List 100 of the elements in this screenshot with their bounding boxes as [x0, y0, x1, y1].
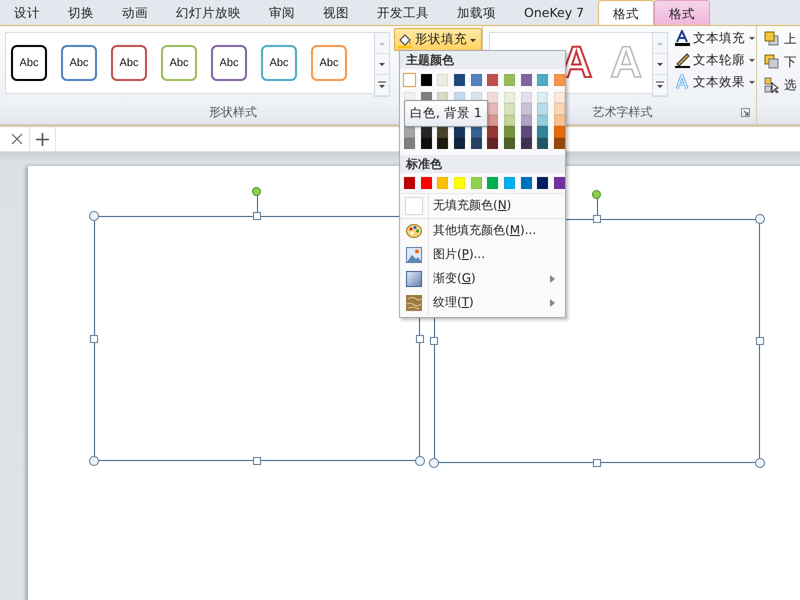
menu-item[interactable]: 图片(P)...	[400, 242, 565, 266]
color-swatch[interactable]	[554, 103, 566, 114]
color-swatch[interactable]	[470, 138, 482, 149]
color-swatch[interactable]	[420, 177, 432, 188]
color-swatch[interactable]	[537, 177, 548, 188]
color-swatch[interactable]	[437, 74, 448, 86]
color-swatch[interactable]	[554, 126, 566, 138]
color-swatch[interactable]	[454, 74, 465, 86]
shape-style-option[interactable]: Abc	[111, 45, 147, 81]
ribbon-tab[interactable]: 开发工具	[363, 0, 443, 25]
ribbon-tab[interactable]: 切换	[54, 0, 108, 25]
color-swatch[interactable]	[554, 74, 566, 86]
rotation-handle[interactable]	[252, 187, 261, 196]
color-swatch[interactable]	[437, 126, 448, 138]
color-swatch[interactable]	[520, 103, 532, 114]
color-swatch[interactable]	[470, 74, 482, 86]
color-swatch[interactable]	[487, 177, 498, 188]
resize-handle[interactable]	[90, 334, 98, 342]
arrange-button[interactable]: 上	[764, 29, 800, 49]
color-swatch[interactable]	[504, 92, 516, 103]
shape-style-option[interactable]: Abc	[311, 45, 347, 81]
color-swatch[interactable]	[487, 126, 498, 138]
ribbon-tab[interactable]: 幻灯片放映	[162, 0, 255, 25]
close-icon[interactable]	[10, 133, 22, 145]
color-swatch[interactable]	[404, 126, 415, 138]
color-swatch[interactable]	[504, 114, 516, 126]
resize-handle[interactable]	[755, 458, 765, 468]
color-swatch[interactable]	[504, 74, 516, 86]
color-swatch[interactable]	[537, 126, 548, 138]
ribbon-tab[interactable]: 格式	[654, 0, 710, 25]
color-swatch[interactable]	[420, 126, 432, 138]
shape-style-option[interactable]: Abc	[261, 45, 297, 81]
text-format-button[interactable]: 文本轮廓	[674, 50, 756, 70]
shape-fill-button[interactable]: 形状填充	[394, 28, 482, 51]
arrange-button[interactable]: 选	[764, 75, 800, 95]
color-swatch[interactable]	[420, 74, 432, 86]
color-swatch[interactable]	[487, 103, 498, 114]
ribbon-tab[interactable]: 审阅	[255, 0, 309, 25]
color-swatch[interactable]	[554, 177, 566, 188]
ribbon-tab[interactable]: 动画	[108, 0, 162, 25]
color-swatch[interactable]	[420, 138, 432, 149]
shape-style-option[interactable]: Abc	[11, 45, 47, 81]
color-swatch[interactable]	[554, 92, 566, 103]
ribbon-tab[interactable]: OneKey 7	[510, 0, 598, 25]
rotation-handle[interactable]	[592, 190, 601, 199]
ribbon-tab[interactable]: 设计	[0, 0, 54, 25]
color-swatch[interactable]	[537, 138, 548, 149]
color-swatch[interactable]	[520, 74, 532, 86]
menu-item[interactable]: 渐变(G)	[400, 266, 565, 290]
ribbon-tab[interactable]: 加载项	[443, 0, 510, 25]
color-swatch[interactable]	[520, 138, 532, 149]
color-swatch[interactable]	[520, 126, 532, 138]
menu-item[interactable]: 纹理(T)	[400, 290, 565, 314]
shape-style-option[interactable]: Abc	[61, 45, 97, 81]
color-swatch[interactable]	[487, 92, 498, 103]
color-swatch[interactable]	[404, 138, 415, 149]
plus-icon[interactable]	[36, 132, 49, 146]
color-swatch[interactable]	[520, 177, 532, 188]
color-swatch[interactable]	[520, 92, 532, 103]
resize-handle[interactable]	[756, 337, 764, 345]
text-color-icon	[674, 30, 690, 46]
ribbon-tab[interactable]: 格式	[598, 0, 654, 25]
color-swatch[interactable]	[537, 92, 548, 103]
dialog-launcher-icon[interactable]	[741, 108, 750, 117]
resize-handle[interactable]	[253, 212, 261, 220]
ribbon-tab[interactable]: 视图	[309, 0, 363, 25]
resize-handle[interactable]	[89, 211, 99, 221]
color-swatch[interactable]	[537, 114, 548, 126]
color-swatch[interactable]	[504, 103, 516, 114]
color-swatch[interactable]	[504, 126, 516, 138]
menu-item[interactable]: 无填充颜色(N)	[400, 194, 565, 218]
color-swatch[interactable]	[487, 74, 498, 86]
color-swatch[interactable]	[487, 138, 498, 149]
group-label: 艺术字样式	[592, 104, 652, 121]
color-swatch[interactable]	[504, 177, 516, 188]
arrange-button[interactable]: 下	[764, 52, 800, 72]
resize-handle[interactable]	[253, 457, 261, 465]
color-swatch[interactable]	[437, 138, 448, 149]
color-swatch[interactable]	[504, 138, 516, 149]
color-swatch[interactable]	[537, 74, 548, 86]
color-swatch[interactable]	[554, 114, 566, 126]
color-swatch[interactable]	[404, 177, 415, 188]
color-swatch[interactable]	[437, 177, 448, 188]
text-format-button[interactable]: 文本效果	[674, 72, 756, 92]
color-swatch[interactable]	[470, 177, 482, 188]
resize-handle[interactable]	[593, 215, 601, 223]
text-format-button[interactable]: 文本填充	[674, 28, 756, 48]
resize-handle[interactable]	[755, 214, 765, 224]
color-swatch[interactable]	[520, 114, 532, 126]
shape-style-option[interactable]: Abc	[211, 45, 247, 81]
color-swatch[interactable]	[454, 126, 465, 138]
color-swatch[interactable]	[454, 177, 465, 188]
shape-style-option[interactable]: Abc	[161, 45, 197, 81]
resize-handle[interactable]	[593, 459, 601, 467]
menu-item[interactable]: 其他填充颜色(M)...	[400, 218, 565, 242]
color-swatch[interactable]	[470, 126, 482, 138]
color-swatch[interactable]	[537, 103, 548, 114]
color-swatch[interactable]	[554, 138, 566, 149]
color-swatch[interactable]	[454, 138, 465, 149]
resize-handle[interactable]	[89, 456, 99, 466]
